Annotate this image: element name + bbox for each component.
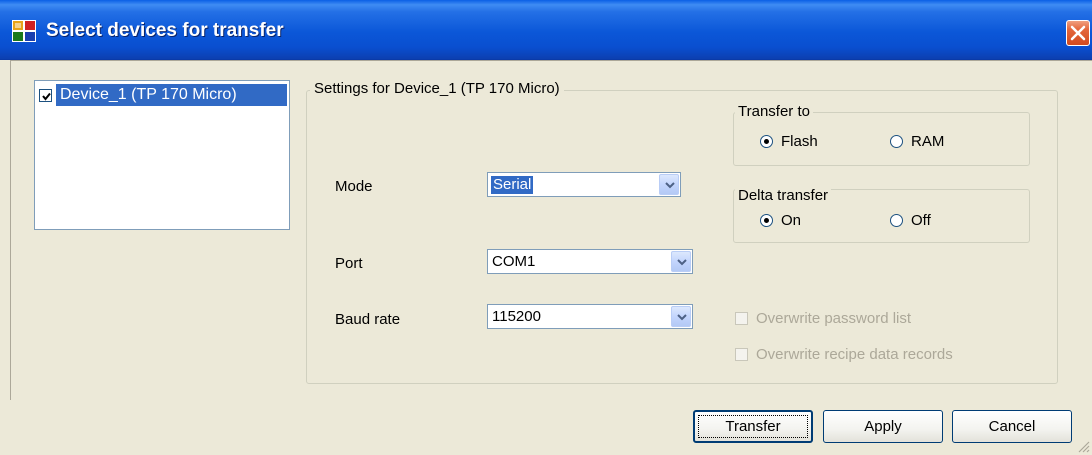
apply-button[interactable]: Apply bbox=[823, 410, 943, 443]
mode-dropdown-button[interactable] bbox=[659, 174, 679, 195]
settings-group-title: Settings for Device_1 (TP 170 Micro) bbox=[310, 80, 564, 97]
delta-on-label: On bbox=[781, 212, 802, 229]
app-window-icon bbox=[12, 20, 36, 42]
apply-button-label: Apply bbox=[864, 418, 902, 435]
dialog-window: Select devices for transfer Device_1 (TP… bbox=[0, 0, 1092, 455]
mode-select[interactable]: Serial bbox=[487, 172, 681, 197]
mode-label: Mode bbox=[335, 178, 373, 195]
chevron-down-icon bbox=[677, 259, 687, 266]
device-checkbox[interactable] bbox=[39, 88, 52, 102]
transfer-to-title: Transfer to bbox=[735, 103, 813, 120]
ram-radio-label: RAM bbox=[911, 133, 945, 150]
overwrite-recipe-box[interactable] bbox=[735, 348, 748, 361]
chevron-down-icon bbox=[665, 182, 675, 189]
cancel-button-label: Cancel bbox=[988, 418, 1036, 435]
port-dropdown-button[interactable] bbox=[671, 251, 691, 272]
resize-grip-icon[interactable] bbox=[1076, 439, 1090, 453]
device-label[interactable]: Device_1 (TP 170 Micro) bbox=[56, 84, 287, 106]
delta-off-radio[interactable]: Off bbox=[890, 212, 931, 229]
ram-radio-button[interactable] bbox=[890, 135, 903, 148]
flash-radio[interactable]: Flash bbox=[760, 133, 818, 150]
overwrite-recipe-label: Overwrite recipe data records bbox=[756, 346, 953, 363]
transfer-button-label: Transfer bbox=[725, 418, 781, 435]
close-button[interactable] bbox=[1066, 20, 1090, 46]
delta-on-radio[interactable]: On bbox=[760, 212, 801, 229]
overwrite-password-box[interactable] bbox=[735, 312, 748, 325]
overwrite-password-label: Overwrite password list bbox=[756, 310, 912, 327]
delta-off-label: Off bbox=[911, 212, 931, 229]
device-list[interactable]: Device_1 (TP 170 Micro) bbox=[34, 80, 290, 230]
port-select[interactable]: COM1 bbox=[487, 249, 693, 274]
baud-rate-select[interactable]: 115200 bbox=[487, 304, 693, 329]
close-icon bbox=[1070, 25, 1086, 41]
delta-off-radio-button[interactable] bbox=[890, 214, 903, 227]
port-label: Port bbox=[335, 255, 363, 272]
list-item[interactable]: Device_1 (TP 170 Micro) bbox=[39, 84, 287, 106]
overwrite-recipe-checkbox[interactable]: Overwrite recipe data records bbox=[735, 346, 953, 363]
flash-radio-button[interactable] bbox=[760, 135, 773, 148]
baud-rate-value: 115200 bbox=[492, 308, 541, 325]
ram-radio[interactable]: RAM bbox=[890, 133, 944, 150]
transfer-button[interactable]: Transfer bbox=[693, 410, 813, 443]
overwrite-password-checkbox[interactable]: Overwrite password list bbox=[735, 310, 911, 327]
delta-on-radio-button[interactable] bbox=[760, 214, 773, 227]
flash-radio-label: Flash bbox=[781, 133, 818, 150]
chevron-down-icon bbox=[677, 314, 687, 321]
baud-rate-dropdown-button[interactable] bbox=[671, 306, 691, 327]
window-title: Select devices for transfer bbox=[46, 20, 284, 41]
delta-transfer-title: Delta transfer bbox=[735, 187, 832, 204]
checkmark-icon bbox=[42, 92, 51, 101]
port-value: COM1 bbox=[492, 253, 536, 270]
baud-rate-label: Baud rate bbox=[335, 311, 401, 328]
mode-value: Serial bbox=[489, 175, 535, 195]
cancel-button[interactable]: Cancel bbox=[952, 410, 1072, 443]
title-bar[interactable]: Select devices for transfer bbox=[0, 0, 1092, 60]
